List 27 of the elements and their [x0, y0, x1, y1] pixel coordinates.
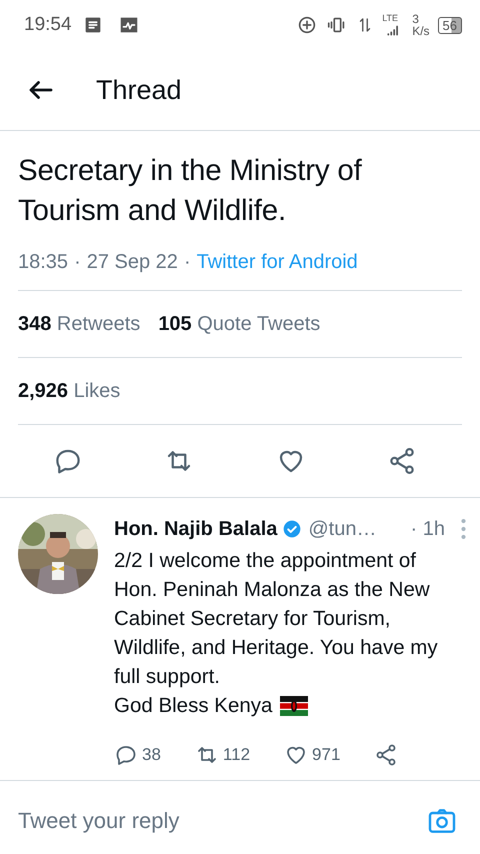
- battery-indicator: 56: [438, 16, 462, 34]
- tweet-age: · 1h: [410, 517, 445, 542]
- stat-link[interactable]: 105 Quote Tweets: [158, 309, 320, 339]
- reply-text: 2/2 I welcome the appointment of Hon. Peninah Malonza as the New Cabinet Secretary for Tourism, Wildlife, and Heritage. You have my full support.: [114, 548, 439, 690]
- tweet-text-line: Tourism and Wildlife.: [18, 193, 287, 229]
- network-type: LTE: [382, 14, 400, 22]
- share-button[interactable]: [374, 742, 398, 767]
- retweet-button[interactable]: 112: [194, 742, 250, 768]
- likes-link[interactable]: 2,926 Likes: [18, 376, 120, 406]
- more-icon: [461, 518, 466, 539]
- header-title: Thread: [96, 74, 182, 107]
- status-time: 19:54: [24, 12, 72, 37]
- kenya-flag-icon: [280, 696, 308, 716]
- separator-dot: ·: [184, 250, 191, 274]
- reply-button[interactable]: 38: [114, 742, 161, 768]
- stat-link[interactable]: 348 Retweets: [18, 309, 140, 339]
- reply-text: God Bless Kenya: [114, 693, 272, 719]
- speed-unit: K/s: [412, 25, 430, 37]
- tweet-time: 18:35: [18, 250, 68, 274]
- tweet-text-line: Secretary in the Ministry of: [18, 153, 363, 189]
- share-icon: [374, 742, 398, 767]
- author-name[interactable]: Hon. Najib Balala: [114, 514, 278, 544]
- like-button[interactable]: 971: [284, 742, 340, 768]
- speed-value: 3: [412, 13, 420, 25]
- separator-dot: ·: [74, 250, 81, 274]
- author-handle: @tun…: [308, 517, 376, 542]
- tweet-date: 27 Sep 22: [86, 250, 178, 274]
